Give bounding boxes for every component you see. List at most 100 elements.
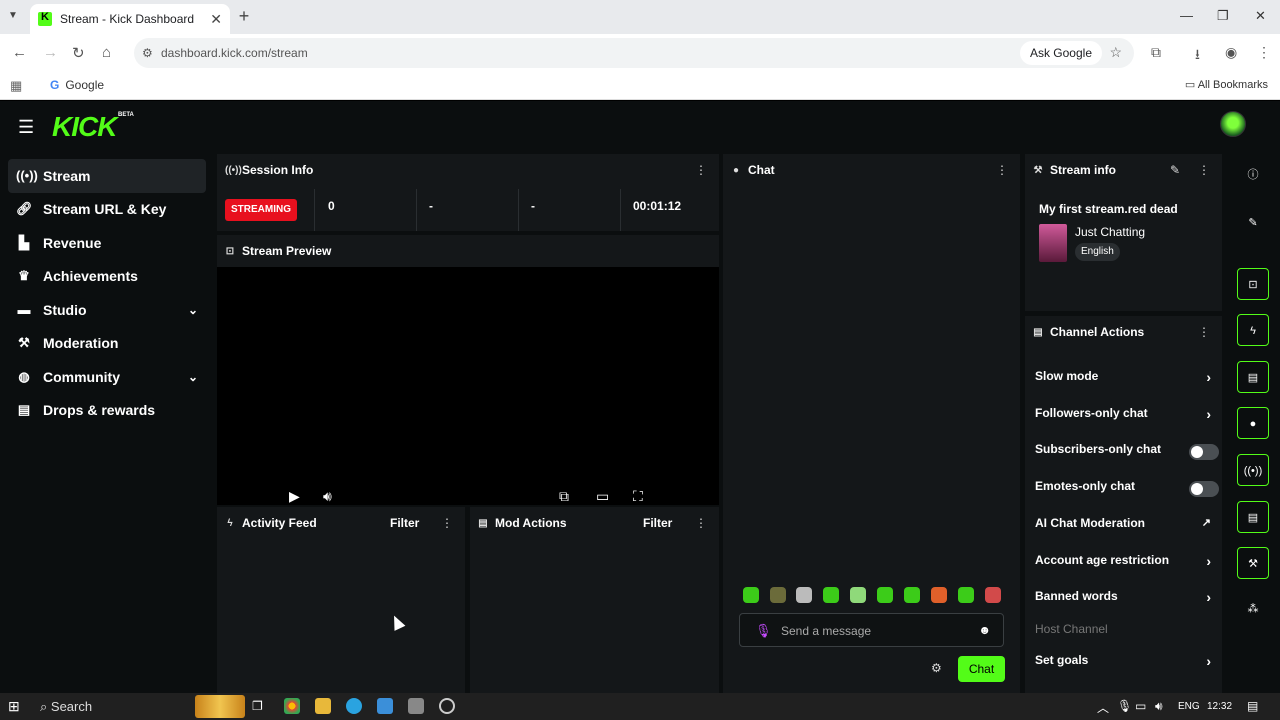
new-tab-button[interactable]: + (234, 6, 254, 26)
sidebar-item-stream[interactable]: ((•)) Stream (8, 159, 206, 193)
edit-pencil-icon[interactable]: ✎ (1170, 163, 1180, 177)
session-toggle-icon[interactable]: ((•)) (1237, 454, 1269, 486)
ask-google-button[interactable]: Ask Google (1019, 41, 1102, 65)
channel-action-set-goals[interactable]: Set goals › (1035, 653, 1211, 673)
tab-list-chevron-icon[interactable]: ▼ (8, 10, 18, 21)
app-icon[interactable] (408, 698, 424, 714)
chat-message-input[interactable]: 🎙︎ Send a message ☻ (739, 613, 1004, 647)
mod-actions-toggle-icon[interactable]: ▤ (1237, 361, 1269, 393)
sidebar-item-community[interactable]: ◍ Community ⌄ (8, 360, 206, 394)
channel-action-followers-only[interactable]: Followers-only chat › (1035, 406, 1211, 426)
minimize-icon[interactable]: — (1180, 8, 1193, 23)
telegram-icon[interactable] (346, 698, 362, 714)
download-icon[interactable]: ⭳ (1195, 44, 1200, 68)
site-info-icon[interactable]: ⚙ (142, 46, 153, 60)
channel-actions-menu-icon[interactable]: ⋮ (1198, 325, 1210, 339)
chat-settings-gear-icon[interactable]: ⚙ (931, 661, 942, 675)
play-icon[interactable]: ▶ (289, 488, 300, 505)
chrome-taskbar-icon[interactable] (284, 698, 300, 714)
forward-icon[interactable]: → (43, 44, 58, 61)
task-view-icon[interactable]: ❐ (252, 699, 263, 713)
info-icon[interactable]: ⓘ (1237, 159, 1269, 191)
mod-actions-filter-button[interactable]: Filter (643, 516, 672, 530)
sidebar-item-studio[interactable]: ▬ Studio ⌄ (8, 293, 206, 327)
emote-icon[interactable] (743, 587, 759, 603)
tray-clock[interactable]: 12:32 (1207, 701, 1232, 712)
bookmark-star-icon[interactable]: ☆ (1109, 44, 1122, 61)
emote-icon[interactable] (796, 587, 812, 603)
notifications-icon[interactable]: ▤ (1247, 699, 1258, 713)
chat-send-button[interactable]: Chat (958, 656, 1005, 682)
browser-menu-icon[interactable]: ⋮ (1257, 44, 1271, 61)
layout-icon[interactable]: ⁂ (1237, 593, 1269, 625)
stream-info-menu-icon[interactable]: ⋮ (1198, 163, 1210, 177)
emote-icon[interactable] (770, 587, 786, 603)
tray-network-icon[interactable]: ▭ (1135, 699, 1146, 713)
window-close-icon[interactable]: ✕ (1255, 8, 1266, 24)
activity-toggle-icon[interactable]: ϟ (1237, 314, 1269, 346)
emote-icon[interactable] (985, 587, 1001, 603)
tray-chevron-up-icon[interactable]: ︿ (1097, 699, 1109, 716)
maximize-icon[interactable]: ❐ (1217, 8, 1229, 24)
chat-toggle-icon[interactable]: ● (1237, 407, 1269, 439)
emote-icon[interactable] (877, 587, 893, 603)
activity-feed-menu-icon[interactable]: ⋮ (441, 516, 453, 530)
taskbar-search[interactable]: ⌕ Search (32, 695, 190, 718)
file-explorer-icon[interactable] (315, 698, 331, 714)
emotes-only-toggle[interactable] (1189, 481, 1219, 497)
sidebar-item-drops-rewards[interactable]: ▤ Drops & rewards (8, 394, 206, 428)
stream-category[interactable]: Just Chatting (1075, 225, 1145, 239)
chat-menu-icon[interactable]: ⋮ (996, 163, 1008, 177)
channel-action-slow-mode[interactable]: Slow mode › (1035, 369, 1211, 389)
windows-start-icon[interactable]: ⊞ (8, 698, 20, 715)
chat-bubble-icon: ● (732, 164, 740, 176)
channel-action-banned-words[interactable]: Banned words › (1035, 589, 1211, 609)
home-icon[interactable]: ⌂ (102, 44, 111, 61)
activity-feed-filter-button[interactable]: Filter (390, 516, 419, 530)
browser-tab-active[interactable]: Stream - Kick Dashboard ✕ (30, 4, 230, 34)
kick-logo[interactable]: KICK (52, 111, 117, 143)
preview-toggle-icon[interactable]: ⊡ (1237, 268, 1269, 300)
address-bar[interactable]: ⚙ dashboard.kick.com/stream Ask Google ☆ (134, 38, 1134, 68)
edit-icon[interactable]: ✎ (1237, 207, 1269, 239)
theater-mode-icon[interactable]: ▭ (596, 488, 609, 505)
sidebar-item-achievements[interactable]: ♛ Achievements (8, 260, 206, 294)
app-icon[interactable] (377, 698, 393, 714)
back-icon[interactable]: ← (12, 44, 27, 61)
tray-mic-icon[interactable]: 🎙︎ (1117, 699, 1132, 713)
tray-language[interactable]: ENG (1178, 701, 1200, 712)
tab-close-icon[interactable]: ✕ (210, 11, 222, 28)
session-info-menu-icon[interactable]: ⋮ (695, 163, 707, 177)
obs-icon[interactable] (439, 698, 455, 714)
user-avatar[interactable] (1220, 111, 1246, 137)
picture-in-picture-icon[interactable]: ⧉ (559, 488, 569, 505)
hamburger-menu-icon[interactable]: ☰ (18, 117, 34, 138)
sidebar-item-revenue[interactable]: ▙ Revenue (8, 226, 206, 260)
apps-grid-icon[interactable]: ▦ (10, 78, 22, 94)
emote-icon[interactable] (931, 587, 947, 603)
sidebar-item-moderation[interactable]: ⚒ Moderation (8, 327, 206, 361)
tray-volume-icon[interactable]: 🔊︎ (1155, 699, 1163, 714)
channel-action-account-age[interactable]: Account age restriction › (1035, 553, 1211, 573)
volume-icon[interactable]: 🔊︎ (323, 488, 332, 505)
video-player[interactable]: ▶ 🔊︎ ⧉ ▭ ⛶ (217, 267, 719, 505)
bookmark-google[interactable]: G Google (50, 78, 104, 92)
profile-icon[interactable]: ◉ (1225, 44, 1237, 61)
mod-actions-menu-icon[interactable]: ⋮ (695, 516, 707, 530)
microphone-icon[interactable]: 🎙︎ (755, 623, 772, 639)
emote-icon[interactable] (850, 587, 866, 603)
emote-icon[interactable] (958, 587, 974, 603)
fullscreen-icon[interactable]: ⛶ (633, 488, 643, 505)
emoji-picker-icon[interactable]: ☻ (978, 623, 991, 637)
emote-icon[interactable] (904, 587, 920, 603)
reload-icon[interactable]: ↻ (72, 44, 85, 62)
channel-actions-toggle-icon[interactable]: ▤ (1237, 501, 1269, 533)
sidebar-item-stream-url-key[interactable]: 🔗︎ Stream URL & Key (8, 193, 206, 227)
channel-action-ai-chat-moderation[interactable]: AI Chat Moderation ↗ (1035, 516, 1211, 536)
stream-info-toggle-icon[interactable]: ⚒ (1237, 547, 1269, 579)
extensions-icon[interactable]: ⧉ (1151, 44, 1161, 61)
all-bookmarks[interactable]: ▭ All Bookmarks (1185, 78, 1268, 91)
emote-icon[interactable] (823, 587, 839, 603)
stat-divider (314, 189, 315, 231)
subscribers-only-toggle[interactable] (1189, 444, 1219, 460)
